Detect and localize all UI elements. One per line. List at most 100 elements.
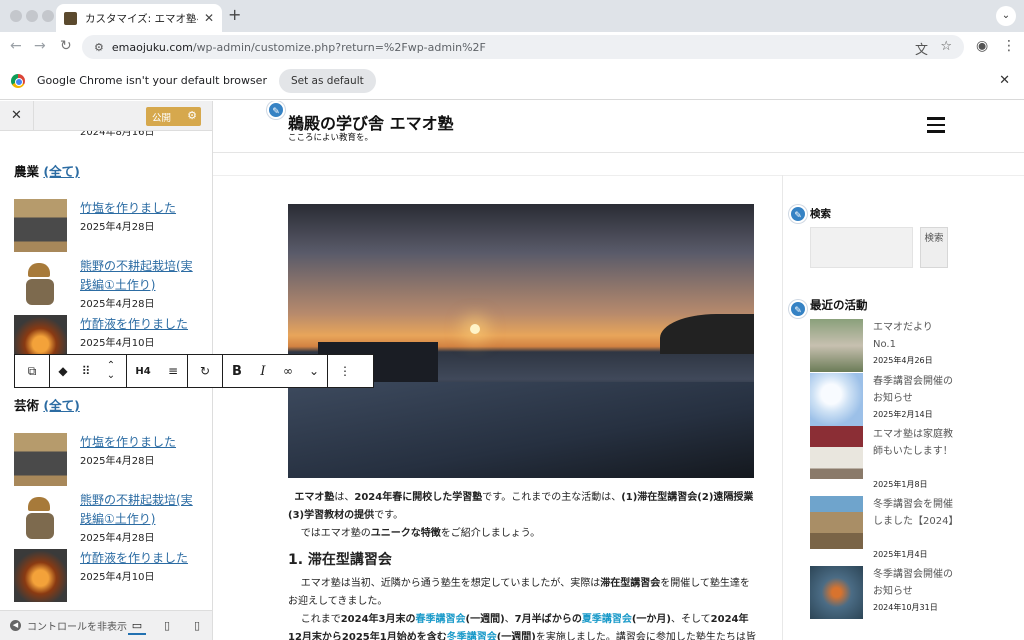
recent-post-title[interactable]: 冬季講習会開催のお知らせ <box>873 566 955 600</box>
hero-sunset-image <box>288 204 754 478</box>
mobile-preview-icon[interactable]: ▯ <box>188 617 206 635</box>
post-thumbnail[interactable] <box>14 433 67 486</box>
recent-post-thumbnail[interactable] <box>810 319 863 372</box>
italic-icon[interactable]: I <box>251 355 275 387</box>
edit-site-title-pencil-icon[interactable]: ✎ <box>267 101 285 119</box>
translate-icon[interactable]: 文 <box>915 39 928 58</box>
publish-label: 公開 <box>152 112 172 124</box>
transform-icon[interactable]: ⧉ <box>15 355 49 387</box>
post-title-link[interactable]: 竹酢液を作りました <box>80 549 200 568</box>
heading-level-button[interactable]: H4 <box>127 355 159 387</box>
bookmark-star-icon[interactable]: ☆ <box>940 39 952 54</box>
post-thumbnail[interactable] <box>14 199 67 252</box>
recent-post-thumbnail[interactable] <box>810 373 863 426</box>
post-title-link[interactable]: 竹塩を作りました <box>80 199 200 218</box>
align-icon[interactable]: ≡ <box>159 355 187 387</box>
more-options-icon[interactable]: ⋮ <box>328 355 362 387</box>
post-thumbnail[interactable] <box>14 491 67 544</box>
post-title-link[interactable]: 竹塩を作りました <box>80 433 200 452</box>
recent-post-title[interactable]: 春季講習会開催のお知らせ <box>873 373 955 407</box>
post-date: 2025年4月28日 <box>80 456 155 467</box>
search-button[interactable]: 検索 <box>920 227 948 268</box>
list-item[interactable]: 竹酢液を作りました 2025年4月10日 <box>14 549 204 605</box>
menu-hamburger-icon[interactable] <box>927 117 945 137</box>
back-icon[interactable]: ← <box>10 38 22 54</box>
forward-icon[interactable]: → <box>34 38 46 54</box>
minimize-window-dot[interactable] <box>26 10 38 22</box>
chevron-down-icon[interactable]: ⌄ <box>301 355 327 387</box>
default-browser-infobar: Google Chrome isn't your default browser… <box>0 62 1024 100</box>
category-name: 農業 <box>14 164 40 179</box>
recent-post-date: 2025年2月14日 <box>873 410 933 419</box>
sun-shape <box>470 324 480 334</box>
bookmark-icon[interactable]: ◆ <box>50 355 76 387</box>
tablet-preview-icon[interactable]: ▯ <box>158 617 176 635</box>
publish-button[interactable]: 公開 ⚙ <box>146 107 201 126</box>
list-item[interactable]: 竹塩を作りました 2025年4月28日 <box>14 433 204 489</box>
post-title-link[interactable]: 竹酢液を作りました <box>80 315 200 334</box>
profile-icon[interactable]: ◉ <box>976 38 988 54</box>
browser-tab[interactable]: カスタマイズ: エマオ塾へようこ ✕ <box>56 4 222 32</box>
post-thumbnail[interactable] <box>14 257 67 310</box>
recent-widget-title: 最近の活動 <box>810 298 868 312</box>
address-bar[interactable]: ⚙ emaojuku.com/wp-admin/customize.php?re… <box>82 35 964 59</box>
set-default-button[interactable]: Set as default <box>278 68 376 93</box>
edit-recent-widget-pencil-icon[interactable]: ✎ <box>789 300 807 318</box>
hide-controls-button[interactable]: コントロールを非表示 <box>27 618 127 633</box>
post-thumbnail[interactable] <box>14 549 67 602</box>
reload-icon[interactable]: ↻ <box>60 38 72 54</box>
recent-post-item[interactable]: エマオだよりNo.1 2025年4月26日 <box>810 319 960 372</box>
post-date: 2025年4月10日 <box>80 572 155 583</box>
site-info-icon[interactable]: ⚙ <box>94 41 104 54</box>
post-title-link[interactable]: 熊野の不耕起栽培(実践編①土作り) <box>80 257 200 295</box>
tab-search-chevron-icon[interactable]: ⌄ <box>996 6 1016 26</box>
recent-post-item[interactable]: エマオ塾は家庭教師もいたします！ 2025年1月8日 <box>810 426 960 494</box>
list-item[interactable]: 熊野の不耕起栽培(実践編①土作り) 2025年4月28日 <box>14 257 204 313</box>
close-customizer-button[interactable]: ✕ <box>0 101 34 131</box>
link-loop-icon[interactable]: ↻ <box>188 355 222 387</box>
toolbar-group-block: ◆ ⠿ ⌃ ⌄ <box>50 355 127 387</box>
edit-search-widget-pencil-icon[interactable]: ✎ <box>789 205 807 223</box>
browser-menu-icon[interactable]: ⋮ <box>1002 38 1016 54</box>
search-input[interactable] <box>810 227 913 268</box>
publish-settings-gear-icon[interactable]: ⚙ <box>187 109 197 122</box>
recent-post-thumbnail[interactable] <box>810 426 863 479</box>
recent-post-title[interactable]: 冬季講習会を開催しました【2024】 <box>873 496 958 530</box>
collapse-sidebar-icon[interactable]: ◀ <box>10 620 21 631</box>
infobar-close-icon[interactable]: ✕ <box>999 73 1010 88</box>
zoom-window-dot[interactable] <box>42 10 54 22</box>
recent-post-title[interactable]: エマオだよりNo.1 <box>873 319 955 353</box>
new-tab-icon[interactable]: + <box>228 5 241 24</box>
category-all-link[interactable]: (全て) <box>43 398 79 413</box>
desktop-preview-icon[interactable]: ▭ <box>128 617 146 635</box>
recent-post-item[interactable]: 春季講習会開催のお知らせ 2025年2月14日 <box>810 373 960 426</box>
post-title-link[interactable]: 熊野の不耕起栽培(実践編①土作り) <box>80 491 200 529</box>
infobar-text: Google Chrome isn't your default browser <box>37 74 267 87</box>
section-paragraph-2: これまで2024年3月末の春季講習会(一週間)、7月半ばからの夏季講習会(一か月… <box>288 614 756 640</box>
post-date: 2025年4月10日 <box>80 338 155 349</box>
url-path: /wp-admin/customize.php?return=%2Fwp-adm… <box>192 40 486 54</box>
recent-post-date: 2025年4月26日 <box>873 356 933 365</box>
move-up-down-icon[interactable]: ⌃ ⌄ <box>96 355 126 387</box>
category-heading-agriculture: 農業 (全て) <box>14 161 80 180</box>
recent-post-item[interactable]: 冬季講習会を開催しました【2024】 2025年1月4日 <box>810 496 960 564</box>
toolbar-group-loop: ↻ <box>188 355 223 387</box>
recent-post-title[interactable]: エマオ塾は家庭教師もいたします！ <box>873 426 955 460</box>
list-item[interactable]: 熊野の不耕起栽培(実践編①土作り) 2025年4月28日 <box>14 491 204 547</box>
recent-post-thumbnail[interactable] <box>810 566 863 619</box>
recent-post-thumbnail[interactable] <box>810 496 863 549</box>
list-item[interactable]: 竹塩を作りました 2025年4月28日 <box>14 199 204 255</box>
toolbar-group-transform: ⧉ <box>15 355 50 387</box>
recent-post-date: 2024年10月31日 <box>873 603 938 612</box>
recent-post-item[interactable]: 冬季講習会開催のお知らせ 2024年10月31日 <box>810 566 960 619</box>
category-all-link[interactable]: (全て) <box>43 164 79 179</box>
drag-handle-icon[interactable]: ⠿ <box>76 355 96 387</box>
intro-paragraph: エマオ塾は、2024年春に開校した学習塾です。これまでの主な活動は、(1)滞在型… <box>288 492 754 521</box>
bold-icon[interactable]: B <box>223 355 251 387</box>
customizer-header: ✕ 公開 ⚙ <box>0 101 212 131</box>
link-icon[interactable]: ∞ <box>275 355 301 387</box>
close-window-dot[interactable] <box>10 10 22 22</box>
close-tab-icon[interactable]: ✕ <box>204 11 214 25</box>
post-date: 2025年4月28日 <box>80 299 155 310</box>
category-name: 芸術 <box>14 398 40 413</box>
